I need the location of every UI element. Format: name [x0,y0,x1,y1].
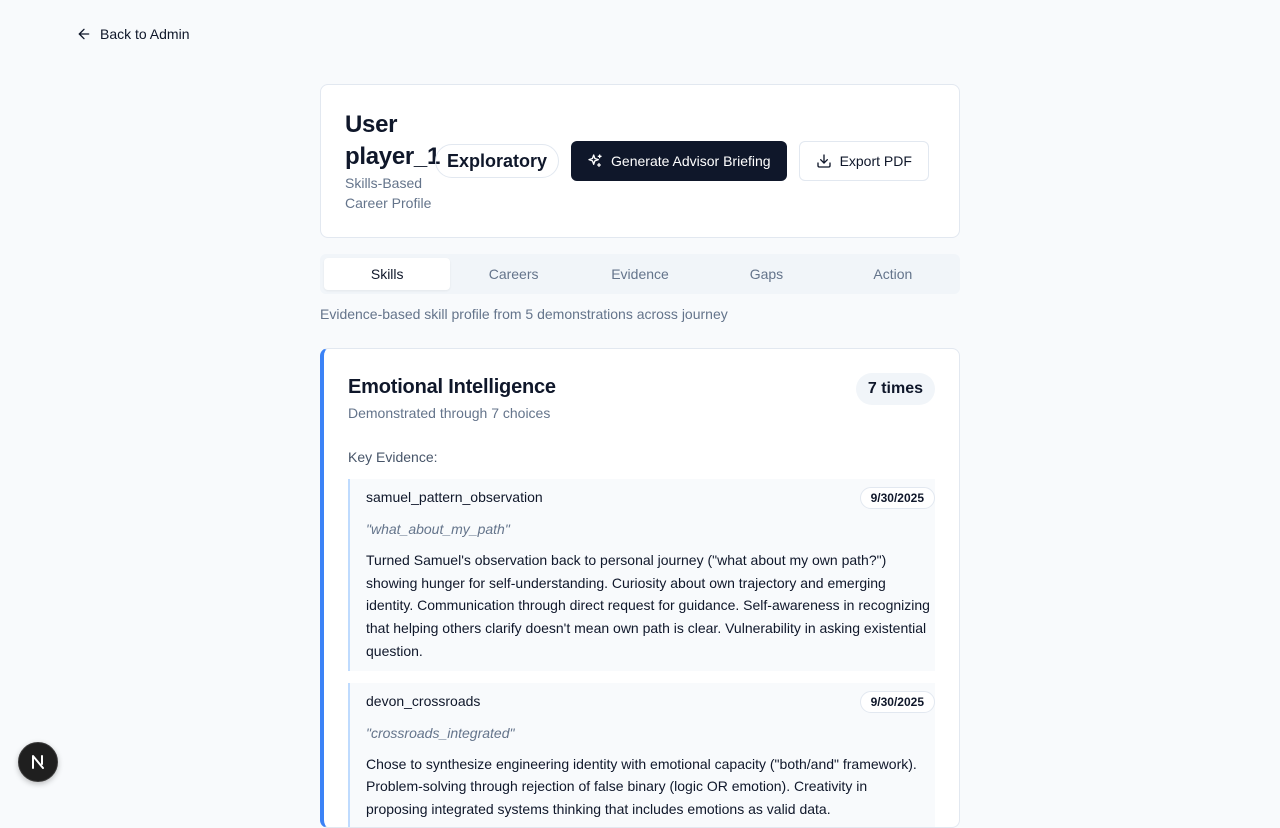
sparkles-icon [588,154,602,167]
skill-header: Emotional Intelligence Demonstrated thro… [348,373,935,423]
back-to-admin-link[interactable]: Back to Admin [76,24,190,44]
export-pdf-button[interactable]: Export PDF [798,141,929,181]
tab-evidence[interactable]: Evidence [577,258,703,290]
profile-type-badge: Exploratory [435,144,560,178]
skills-description: Evidence-based skill profile from 5 demo… [320,306,728,322]
title-block: User player_1 Skills-Based Career Profil… [345,109,441,213]
evidence-quote: "what_about_my_path" [366,521,510,537]
evidence-date-badge: 9/30/2025 [859,487,935,509]
tab-action[interactable]: Action [830,258,956,290]
evidence-item: devon_crossroads 9/30/2025 "crossroads_i… [348,682,935,827]
main-content: User player_1 Skills-Based Career Profil… [320,84,960,828]
export-label: Export PDF [839,153,912,169]
profile-tabs: Skills Careers Evidence Gaps Action [320,254,960,294]
demonstration-count-badge: 7 times [855,373,935,405]
evidence-item: samuel_pattern_observation 9/30/2025 "wh… [348,479,935,671]
page-title: User player_1 [345,111,441,170]
skill-card: Emotional Intelligence Demonstrated thro… [320,348,960,828]
key-evidence-label: Key Evidence: [348,449,438,465]
evidence-name: samuel_pattern_observation [366,489,543,505]
evidence-quote: "crossroads_integrated" [366,724,515,741]
generate-label: Generate Advisor Briefing [611,153,771,169]
profile-header-card: User player_1 Skills-Based Career Profil… [320,84,960,238]
tab-careers[interactable]: Careers [450,258,576,290]
tab-skills[interactable]: Skills [324,258,451,290]
evidence-body: Turned Samuel's observation back to pers… [366,552,930,659]
download-icon [816,154,831,168]
evidence-name: devon_crossroads [366,692,481,709]
nextjs-dev-indicator-button[interactable] [18,742,58,782]
skill-subtitle: Demonstrated through 7 choices [348,405,551,421]
generate-advisor-briefing-button[interactable]: Generate Advisor Briefing [571,141,787,181]
evidence-date-badge: 9/30/2025 [859,690,935,713]
tab-gaps[interactable]: Gaps [703,258,829,290]
evidence-body: Chose to synthesize engineering identity… [366,755,917,817]
page-subtitle: Skills-Based Career Profile [345,175,432,211]
nextjs-logo-icon [32,755,44,769]
arrow-left-icon [78,28,90,40]
skill-name: Emotional Intelligence [348,376,556,398]
back-label: Back to Admin [100,26,190,42]
